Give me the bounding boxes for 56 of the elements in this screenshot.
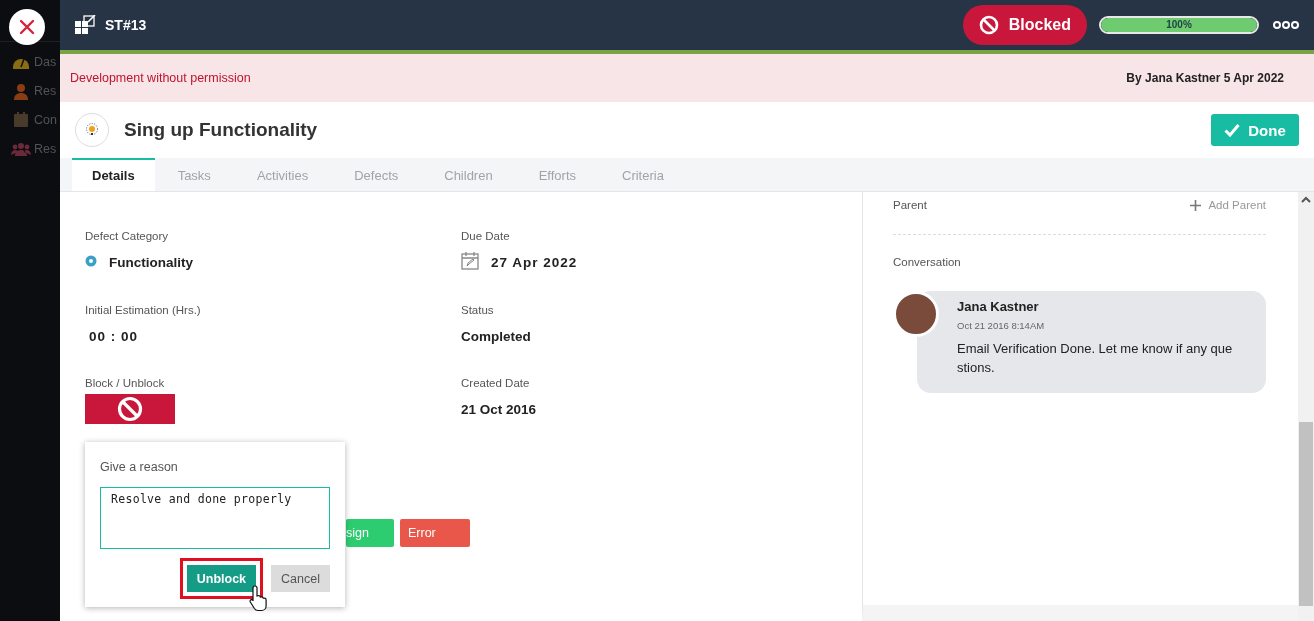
blocked-by-text: By Jana Kastner 5 Apr 2022 — [1126, 71, 1284, 85]
add-parent-link[interactable]: Add Parent — [1190, 199, 1266, 211]
field-value: Completed — [461, 328, 531, 344]
message-time: Oct 21 2016 8:14AM — [957, 320, 1046, 331]
more-icon[interactable] — [1273, 21, 1299, 29]
field-label: Status — [461, 304, 495, 316]
sidebar-item[interactable]: Res — [34, 84, 57, 98]
message-author: Jana Kastner — [957, 299, 1040, 314]
tab[interactable]: Details — [72, 158, 155, 191]
parent-label: Parent — [893, 199, 927, 211]
reason-input-field[interactable]: Resolve and done properly — [100, 487, 330, 549]
block-reason: Development without permission — [70, 71, 251, 85]
field-value: 21 Oct 2016 — [461, 401, 537, 417]
field-label: Due Date — [461, 230, 511, 242]
error-button[interactable]: Error — [400, 519, 470, 547]
progress-reading: 100% — [1165, 18, 1193, 32]
sidebar-item[interactable]: Res — [34, 142, 57, 156]
tab[interactable]: Efforts — [515, 158, 599, 191]
scrollbar[interactable] — [1298, 192, 1314, 621]
scroll-up-icon[interactable] — [1301, 196, 1311, 204]
field-label: Created Date — [461, 377, 531, 389]
group-icon — [11, 142, 31, 156]
field-label: Defect Category — [85, 230, 170, 242]
tab[interactable]: Children — [421, 158, 516, 191]
field-value: Functionality — [109, 254, 193, 270]
cancel-button[interactable]: Cancel — [271, 565, 330, 592]
sidebar-item[interactable]: Das — [34, 55, 57, 69]
done-button[interactable]: Done — [1211, 114, 1299, 146]
check-icon — [1224, 123, 1241, 137]
message-text: Email Verification Done. Let me know if any questions. — [957, 340, 1234, 377]
calendar-icon — [11, 112, 31, 128]
tab[interactable]: Activities — [233, 158, 332, 191]
sidebar-item[interactable]: Con — [34, 113, 57, 127]
blocked-status-badge[interactable]: Blocked — [962, 5, 1087, 45]
block-toggle-button[interactable] — [85, 394, 175, 424]
tab[interactable]: Tasks — [154, 158, 234, 191]
plus-icon — [1190, 199, 1202, 211]
field-label: Block / Unblock — [85, 377, 166, 389]
popup-title: Give a reason — [100, 460, 179, 474]
tab[interactable]: Defects — [331, 158, 422, 191]
close-button[interactable] — [9, 9, 45, 45]
assign-button[interactable]: sign — [346, 519, 394, 547]
task-id: ST#13 — [105, 17, 147, 33]
field-value: 27 Apr 2022 — [491, 255, 578, 270]
tab[interactable]: Criteria — [599, 158, 687, 191]
edit-grid-icon — [75, 15, 97, 35]
close-icon — [19, 19, 35, 35]
field-value: 00 : 00 — [89, 328, 139, 344]
person-icon — [11, 82, 31, 100]
conversation-label: Conversation — [893, 256, 962, 268]
scrollbar-thumb[interactable] — [1299, 422, 1313, 606]
task-title: Sing up Functionality — [124, 119, 319, 141]
field-label: Initial Estimation (Hrs.) — [85, 304, 202, 316]
no-entry-icon — [117, 396, 143, 422]
unblock-button[interactable]: Unblock — [186, 565, 257, 592]
no-entry-icon — [978, 15, 999, 35]
